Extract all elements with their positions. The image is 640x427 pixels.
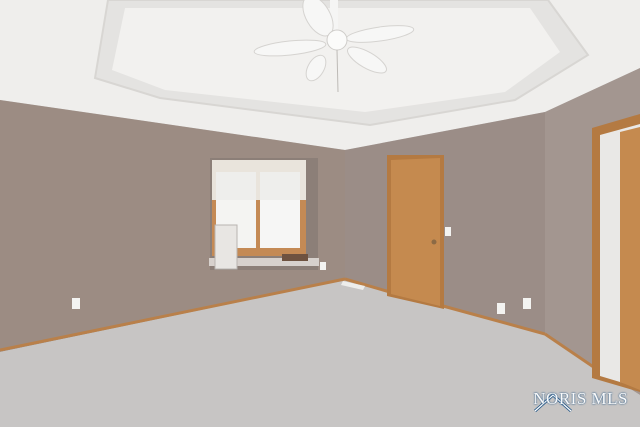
sill-object xyxy=(282,254,308,261)
outlet-left xyxy=(72,298,80,309)
leaning-frame xyxy=(214,224,238,270)
window-blind xyxy=(212,160,306,200)
outlet-back-2 xyxy=(523,298,531,309)
outlet-window xyxy=(320,262,326,270)
fan-hub xyxy=(326,29,348,51)
mls-watermark: NORIS MLS xyxy=(533,389,628,413)
room-photo: NORIS MLS xyxy=(0,0,640,427)
back-door xyxy=(391,158,440,306)
right-door-panel xyxy=(620,127,640,390)
door-knob xyxy=(431,239,437,245)
watermark-text: NORIS MLS xyxy=(533,389,628,408)
room-illustration xyxy=(0,0,640,427)
light-switch xyxy=(445,227,451,236)
outlet-back-1 xyxy=(497,303,505,314)
